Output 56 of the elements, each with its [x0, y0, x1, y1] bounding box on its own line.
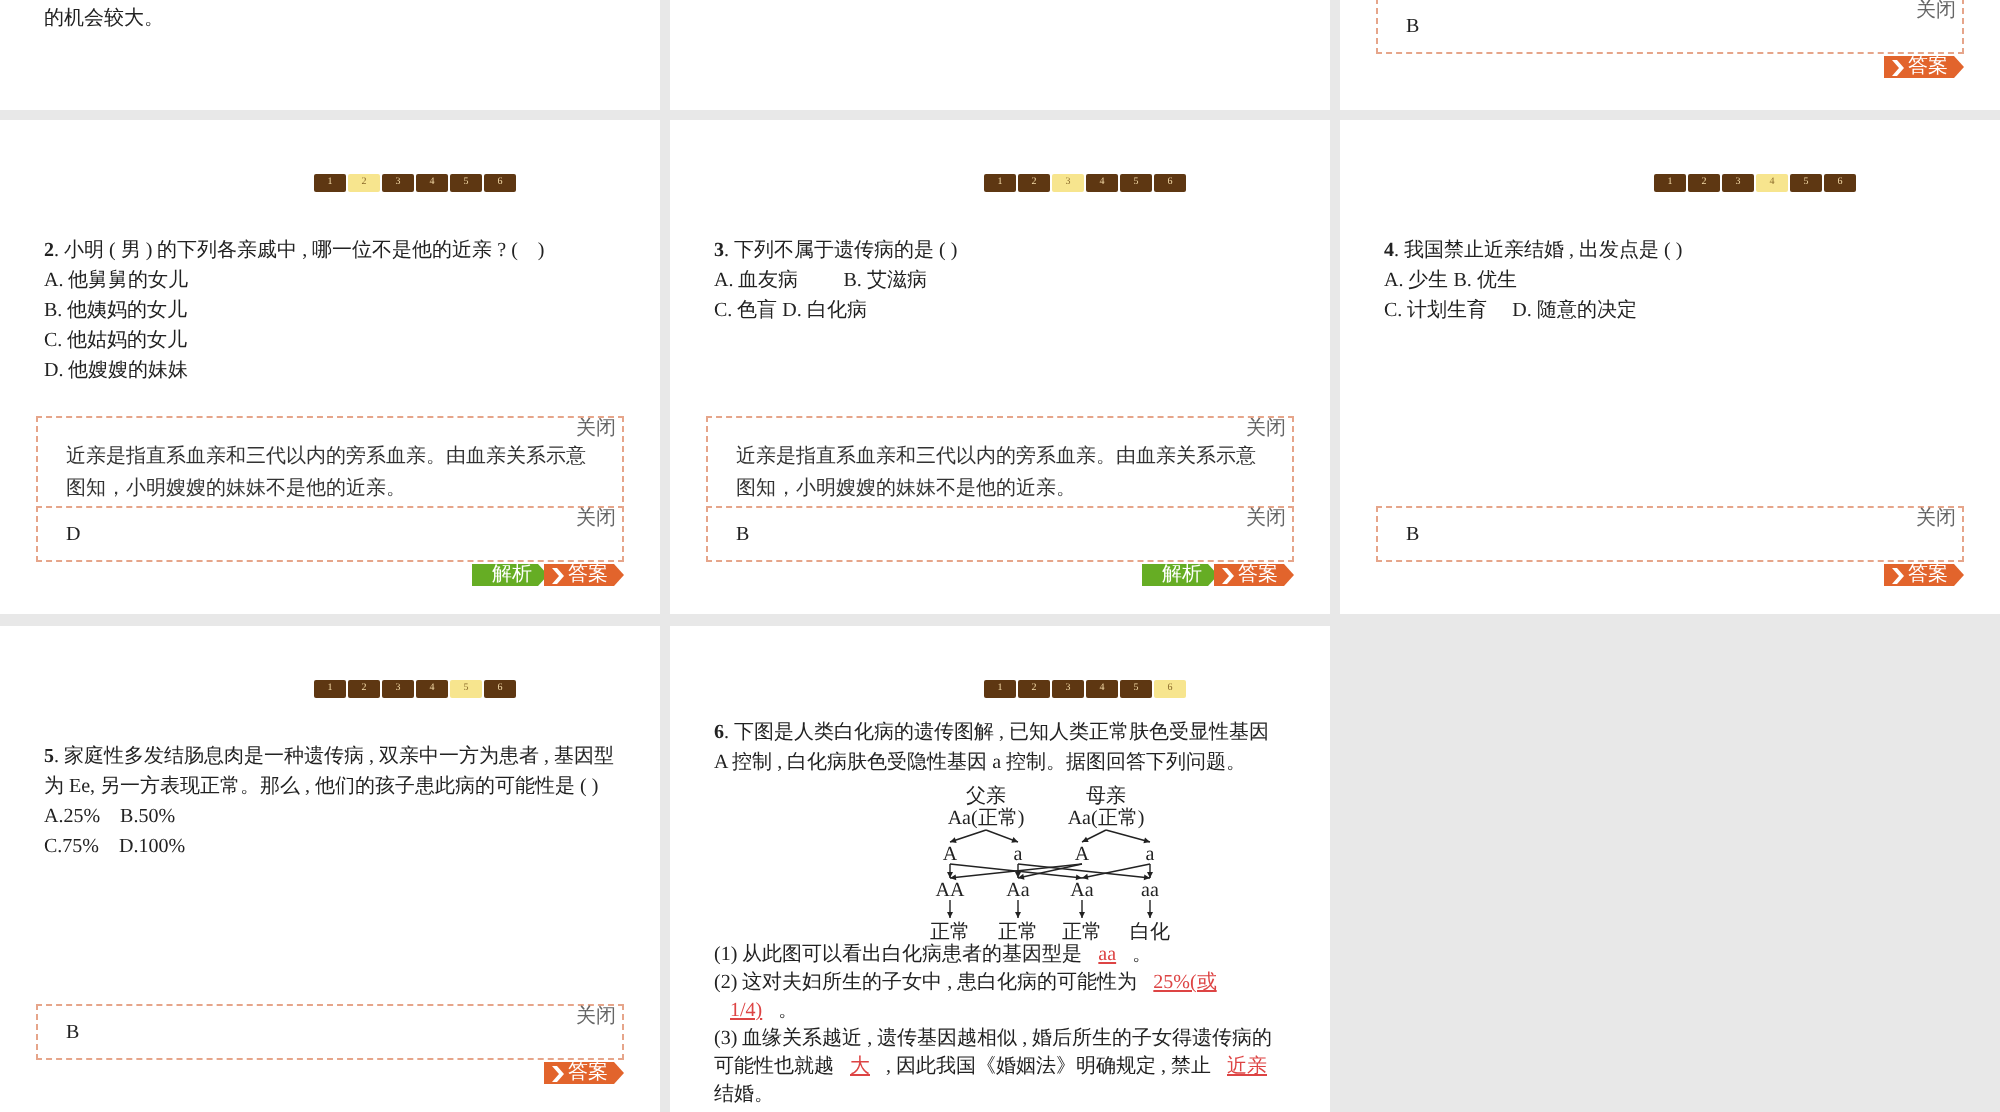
answer-text: B [66, 1022, 80, 1044]
fill-in-line: 近亲 [1225, 1056, 1269, 1078]
option-text: A.25% B.50% [44, 804, 178, 832]
diagram-label: Aa [1006, 880, 1030, 902]
question-text: 5. 家庭性多发结肠息肉是一种遗传病 , 双亲中一方为患者 , 基因型为 Ee, 另一方表现正常。那么 , 他们的孩子患此病的可能性是 ( ) [44, 743, 616, 802]
question-text: 4. 我国禁止近亲结婚 , 出发点是 ( ) [1384, 237, 1685, 266]
diagram-label: 白化 [1130, 922, 1170, 944]
answer-text: B [1406, 524, 1420, 546]
explanation-text: 近亲是指直系血亲和三代以内的旁系血亲。由血亲关系示意图知，小明嫂嫂的妹妹不是他的近亲。 [736, 443, 1258, 504]
option-text: A. 少生 B. 优生 [1384, 267, 1519, 296]
question-text: (3) 血缘关系越近 , 遗传基因越相似 , 婚后所生的子女得遗传病的可能性也就越 大 , 因此我国《婚姻法》明确规定 , 禁止 近亲 结婚。 [714, 1026, 1286, 1110]
fill-in-line: 大 [848, 1056, 872, 1078]
option-text: C. 计划生育 D. 随意的决定 [1384, 297, 1639, 326]
diagram-label: Aa(正常) [1067, 808, 1145, 830]
diagram-label: a [1013, 844, 1023, 866]
option-text: C. 色盲 D. 白化病 [714, 297, 869, 326]
fill-in-line: 1/4) [728, 1000, 765, 1022]
option-text: C.75% D.100% [44, 834, 188, 862]
close-link[interactable]: 关闭 [576, 1008, 616, 1028]
option-text: A. 血友病 B. 艾滋病 [714, 267, 929, 296]
diagram-label: 正常 [1062, 922, 1102, 944]
option-text: A. 他舅舅的女儿 [44, 267, 191, 296]
fill-in-line: 25%(或 [1151, 972, 1219, 994]
question-text: (2) 这对夫妇所生的子女中 , 患白化病的可能性为 25%(或 1/4) 。 [714, 970, 1286, 1026]
chevron-icon [550, 567, 564, 583]
diagram-label: A [1074, 844, 1090, 866]
chevron-icon [550, 1065, 564, 1081]
answer-text: B [1406, 16, 1420, 38]
chevron-icon [1890, 567, 1904, 583]
question-text: 的机会较大。 [44, 5, 166, 34]
close-link[interactable]: 关闭 [576, 510, 616, 530]
close-link[interactable]: 关闭 [1246, 510, 1286, 530]
answer-text: D [66, 524, 81, 546]
answer-text: B [736, 524, 750, 546]
close-link[interactable]: 关闭 [1916, 510, 1956, 530]
question-text: (1) 从此图可以看出白化病患者的基因型是 aa 。 [714, 942, 1155, 970]
fill-in-line: aa [1096, 944, 1119, 966]
diagram-label: 正常 [930, 922, 970, 944]
diagram-label: Aa [1070, 880, 1094, 902]
diagram-label: aa [1141, 880, 1159, 902]
diagram-label: Aa(正常) [947, 808, 1025, 830]
explanation-text: 近亲是指直系血亲和三代以内的旁系血亲。由血亲关系示意图知，小明嫂嫂的妹妹不是他的近亲。 [66, 443, 588, 504]
diagram-label: A [942, 844, 958, 866]
diagram-label: a [1145, 844, 1155, 866]
question-text: 6. 下图是人类白化病的遗传图解 , 已知人类正常肤色受显性基因 A 控制 , 白化病肤色受隐性基因 a 控制。据图回答下列问题。 [714, 719, 1271, 778]
diagram-label: 正常 [998, 922, 1038, 944]
chevron-icon [1220, 567, 1234, 583]
option-text: D. 他嫂嫂的妹妹 [44, 358, 191, 386]
option-text: B. 他姨妈的女儿 [44, 297, 190, 326]
option-text: C. 他姑妈的女儿 [44, 327, 190, 356]
diagram-label: 母亲 [1086, 786, 1126, 808]
diagram-label: 父亲 [966, 786, 1006, 808]
diagram-label: AA [935, 880, 965, 902]
question-text: 2. 小明 ( 男 ) 的下列各亲戚中 , 哪一位不是他的近亲 ? ( ) [44, 237, 547, 266]
question-text: 3. 下列不属于遗传病的是 ( ) [714, 237, 960, 266]
chevron-icon [1890, 59, 1904, 75]
